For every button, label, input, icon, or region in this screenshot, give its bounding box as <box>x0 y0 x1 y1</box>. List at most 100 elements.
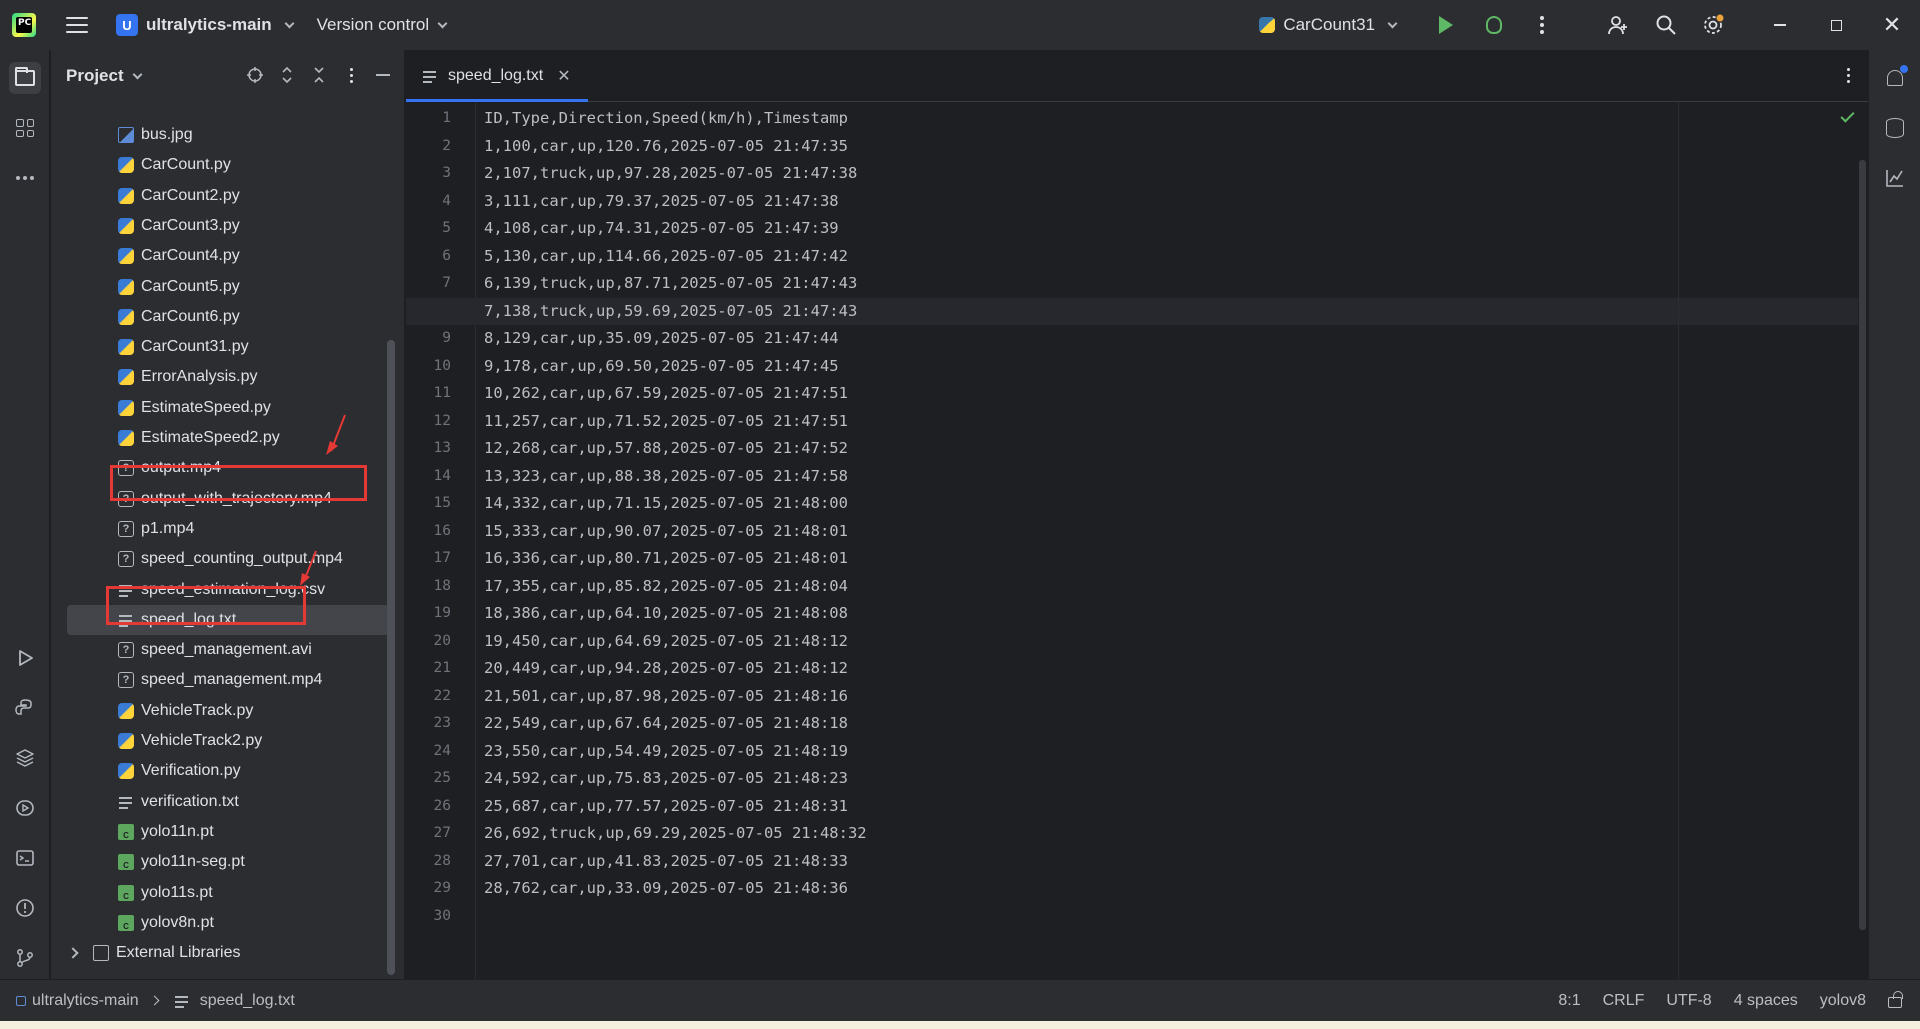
tree-file-item[interactable]: bus.jpg <box>51 120 391 150</box>
kebab-icon <box>1540 16 1544 34</box>
tree-file-item[interactable]: CarCount2.py <box>51 181 391 211</box>
kebab-icon <box>1847 68 1850 83</box>
line-number: 27 <box>433 825 451 841</box>
search-button[interactable] <box>1654 13 1678 37</box>
tree-file-item[interactable]: ? p1.mp4 <box>51 514 391 544</box>
python-packages-button[interactable] <box>9 742 41 774</box>
chevron-right-icon[interactable] <box>67 947 79 959</box>
restore-button[interactable] <box>1808 0 1864 50</box>
tree-file-item[interactable]: verification.txt <box>51 787 391 817</box>
expand-all-button[interactable] <box>278 66 296 84</box>
code-line: 12,268,car,up,57.88,2025-07-05 21:47:52 <box>484 439 848 457</box>
minimize-button[interactable] <box>1752 0 1808 50</box>
terminal-icon <box>16 850 34 866</box>
tree-item-label: Verification.py <box>141 762 241 780</box>
line-number-gutter[interactable]: 1234567891011121314151617181920212223242… <box>406 102 476 979</box>
python-file-icon <box>118 187 134 204</box>
tree-file-item[interactable]: CarCount4.py <box>51 241 391 271</box>
python-console-button[interactable] <box>9 692 41 724</box>
tree-file-item[interactable]: CarCount5.py <box>51 272 391 302</box>
search-icon <box>1656 15 1676 35</box>
editor-area: speed_log.txt ✕ 123456789101112131415161… <box>406 50 1868 979</box>
chevron-down-icon[interactable] <box>132 69 143 79</box>
collapse-all-button[interactable] <box>310 66 328 84</box>
line-number: 26 <box>433 797 451 814</box>
close-window-button[interactable]: ✕ <box>1864 0 1920 50</box>
run-configuration-selector[interactable]: CarCount31 <box>1259 15 1398 35</box>
version-control-menu[interactable]: Version control <box>317 15 448 35</box>
problems-tool-button[interactable] <box>9 892 41 924</box>
structure-tool-button[interactable] <box>9 112 41 144</box>
tree-file-item[interactable]: CarCount3.py <box>51 211 391 241</box>
hide-panel-button[interactable] <box>374 66 392 84</box>
code-line: 13,323,car,up,88.38,2025-07-05 21:47:58 <box>484 466 848 485</box>
kebab-icon <box>349 67 353 83</box>
tree-root-item[interactable]: Scratches and Consoles <box>51 968 391 972</box>
run-button[interactable] <box>1434 13 1458 37</box>
tab-speed-log[interactable]: speed_log.txt ✕ <box>406 50 588 102</box>
tree-file-item[interactable]: CarCount.py <box>51 150 391 180</box>
tree-file-item[interactable]: ? speed_management.avi <box>51 635 391 665</box>
more-tools-button[interactable] <box>9 162 41 194</box>
run-tool-button[interactable] <box>9 642 41 674</box>
tree-file-item[interactable]: Cyolo11n.pt <box>51 817 391 847</box>
git-tool-button[interactable] <box>9 942 41 974</box>
project-panel-title[interactable]: Project <box>66 66 124 86</box>
debug-button[interactable] <box>1482 13 1506 37</box>
python-file-icon <box>118 248 134 265</box>
editor-scrollbar[interactable] <box>1859 160 1866 930</box>
text-file-icon <box>118 794 134 810</box>
tree-file-item[interactable]: ? speed_management.mp4 <box>51 665 391 695</box>
tree-file-item[interactable]: VehicleTrack.py <box>51 696 391 726</box>
line-number: 29 <box>433 880 451 896</box>
breadcrumb-project[interactable]: ultralytics-main <box>32 992 139 1010</box>
tree-file-item[interactable]: Cyolo11n-seg.pt <box>51 847 391 877</box>
tree-file-item[interactable]: Cyolov8n.pt <box>51 908 391 938</box>
project-tool-button[interactable] <box>9 62 41 94</box>
tree-item-label: CarCount4.py <box>141 247 240 265</box>
python-file-icon <box>118 763 134 780</box>
code-editor[interactable]: ID,Type,Direction,Speed(km/h),Timestamp 1… <box>406 102 1861 979</box>
settings-button[interactable] <box>1702 13 1726 37</box>
text-file-icon <box>422 68 438 84</box>
chevron-down-icon <box>284 18 295 28</box>
tree-file-item[interactable]: ErrorAnalysis.py <box>51 362 391 392</box>
add-user-button[interactable] <box>1606 13 1630 37</box>
line-number: 24 <box>433 742 451 759</box>
interpreter-selector[interactable]: yolov8 <box>1820 992 1866 1010</box>
pycharm-logo-icon[interactable]: PC <box>12 13 36 37</box>
breadcrumb-file[interactable]: speed_log.txt <box>200 992 295 1010</box>
tree-file-item[interactable]: CarCount6.py <box>51 302 391 332</box>
line-number: 28 <box>433 852 451 869</box>
annotation-arrow <box>326 414 346 455</box>
services-tool-button[interactable] <box>9 792 41 824</box>
indent-selector[interactable]: 4 spaces <box>1734 992 1798 1010</box>
code-line: 15,333,car,up,90.07,2025-07-05 21:48:01 <box>484 521 848 540</box>
project-switcher[interactable]: U ultralytics-main <box>116 14 295 36</box>
line-ending-selector[interactable]: CRLF <box>1603 992 1645 1010</box>
tree-file-item[interactable]: Verification.py <box>51 756 391 786</box>
more-actions-button[interactable] <box>1530 13 1554 37</box>
tree-root-item[interactable]: External Libraries <box>51 938 391 968</box>
python-file-icon <box>118 369 134 386</box>
project-tree: bus.jpg CarCount.py CarCount2.py CarCount3.… <box>51 102 391 972</box>
locate-file-button[interactable] <box>246 66 264 84</box>
close-tab-icon[interactable]: ✕ <box>557 66 570 86</box>
tree-file-item[interactable]: CarCount31.py <box>51 332 391 362</box>
sciview-button[interactable] <box>1879 162 1911 194</box>
caret-position[interactable]: 8:1 <box>1558 992 1580 1010</box>
main-menu-icon[interactable] <box>66 17 88 33</box>
right-tool-strip <box>1868 50 1920 979</box>
tree-file-item[interactable]: ? speed_counting_output.mp4 <box>51 544 391 574</box>
tree-file-item[interactable]: VehicleTrack2.py <box>51 726 391 756</box>
notifications-button[interactable] <box>1879 62 1911 94</box>
encoding-selector[interactable]: UTF-8 <box>1666 992 1711 1010</box>
panel-options-button[interactable] <box>342 66 360 84</box>
project-tree-scrollbar[interactable] <box>387 340 395 975</box>
terminal-tool-button[interactable] <box>9 842 41 874</box>
tree-file-item[interactable]: Cyolo11s.pt <box>51 878 391 908</box>
database-button[interactable] <box>1879 112 1911 144</box>
lock-icon[interactable] <box>1888 991 1903 1008</box>
line-number: 18 <box>433 577 451 594</box>
editor-tabs-menu-button[interactable] <box>1847 68 1850 83</box>
